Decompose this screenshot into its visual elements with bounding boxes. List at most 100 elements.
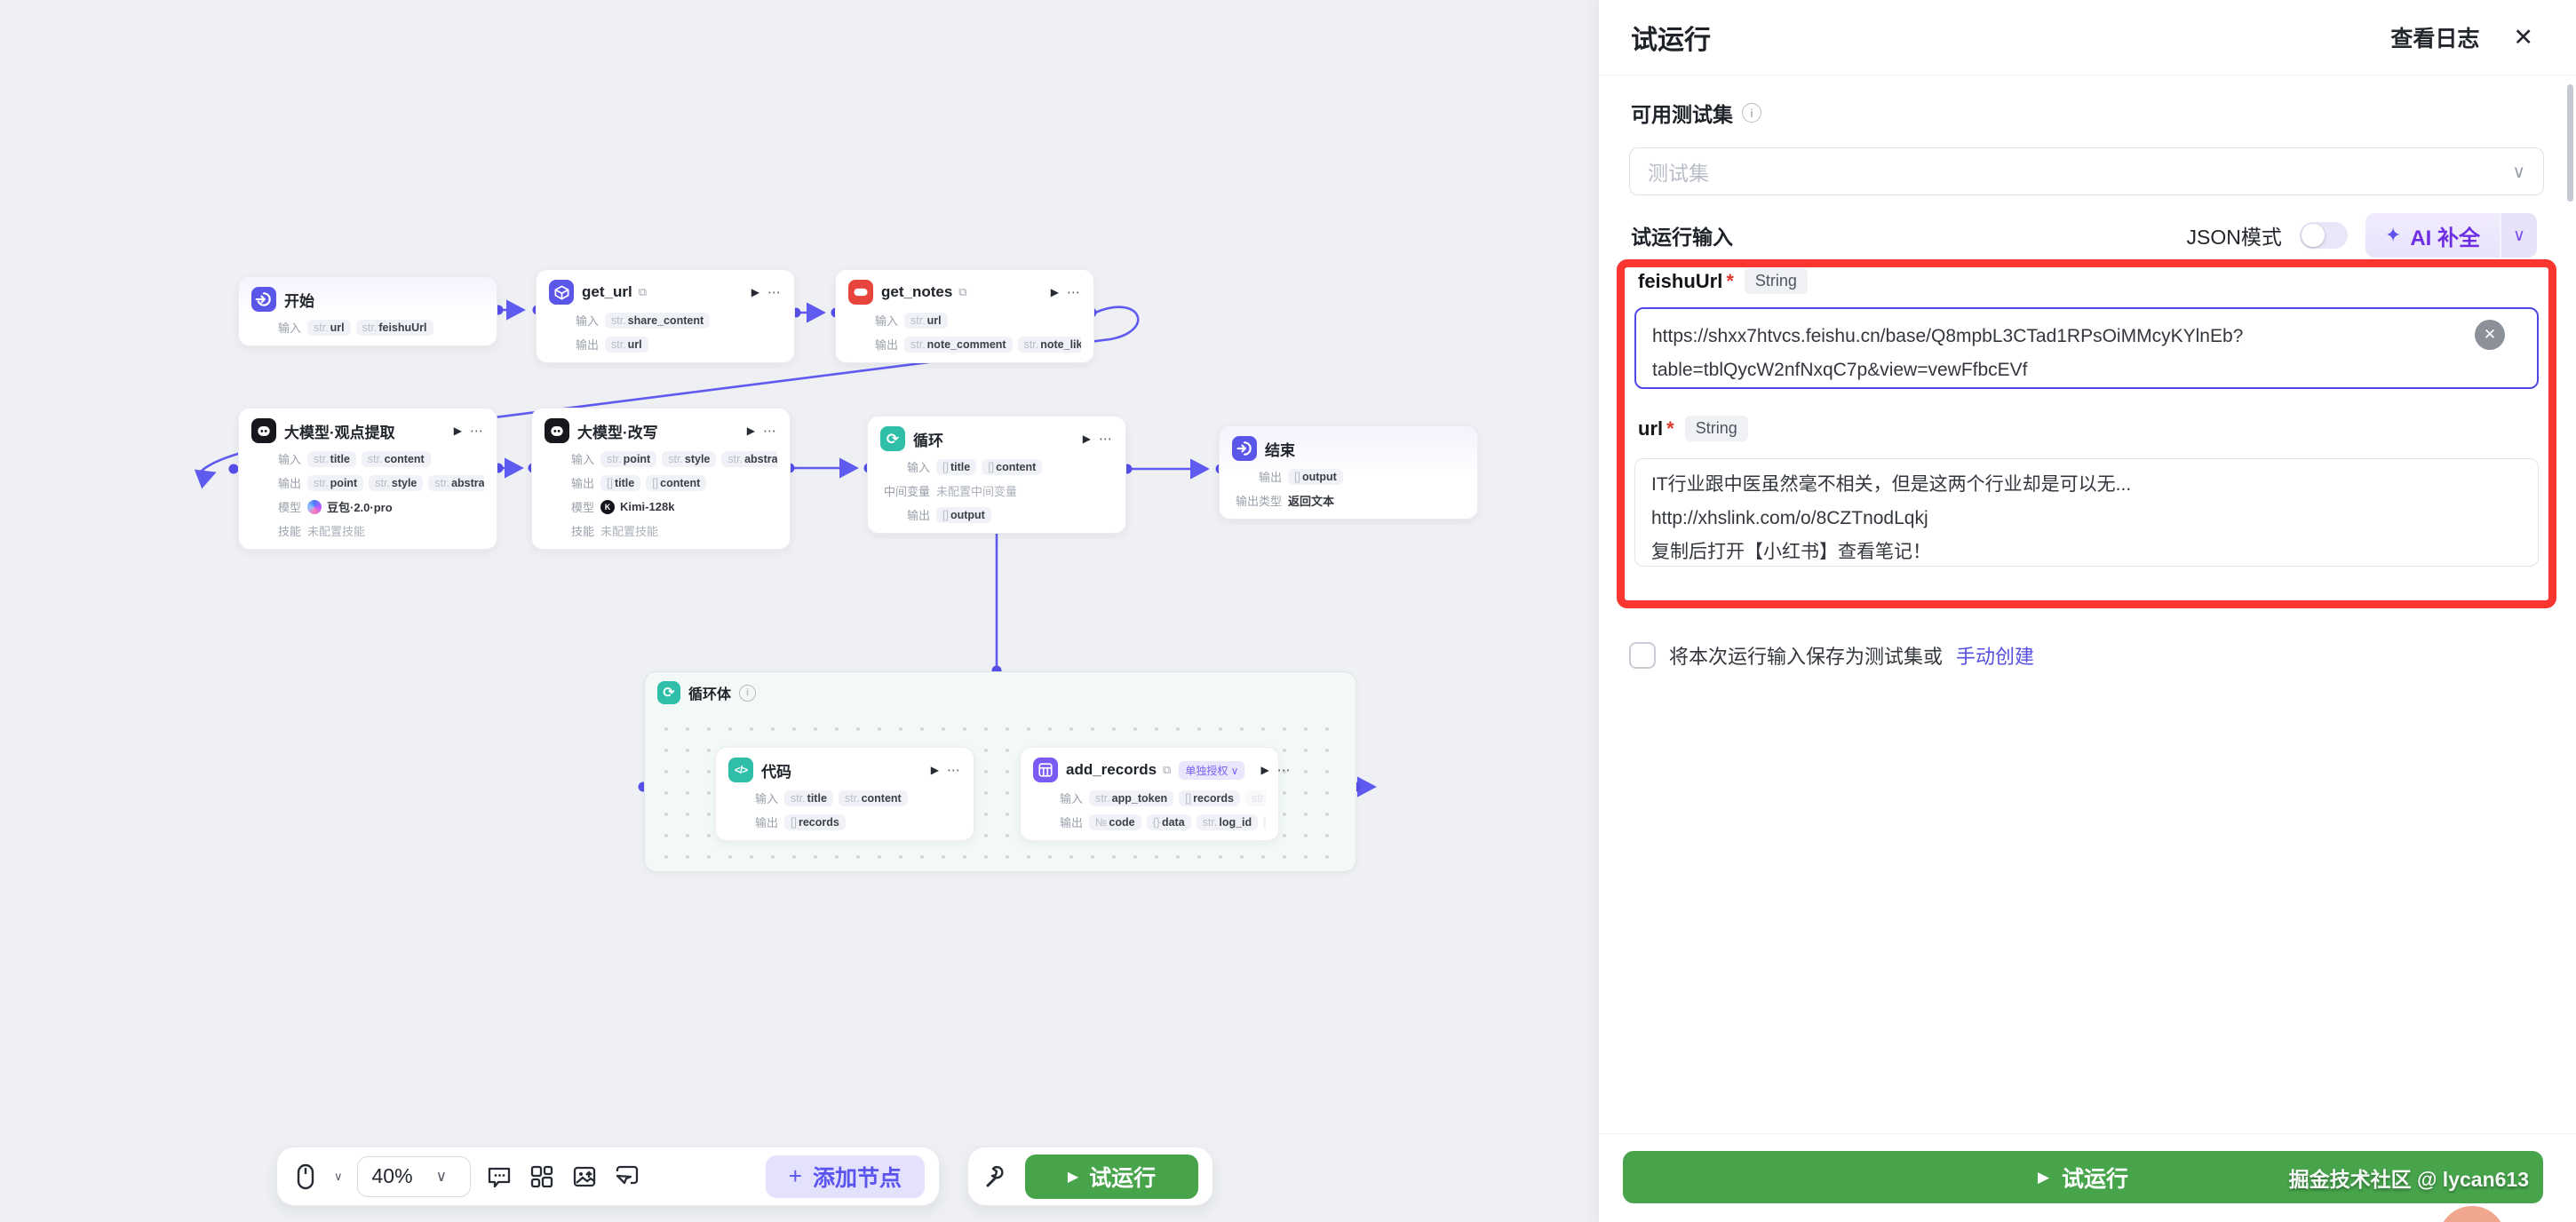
var-tag: str.share_content xyxy=(605,313,710,329)
row-label: 技能 xyxy=(545,522,594,539)
node-header: 开始 xyxy=(251,287,484,312)
json-mode-toggle[interactable] xyxy=(2300,222,2348,249)
node-llm_extract[interactable]: 大模型·观点提取▶⋯输入str.titlestr.content输出str.po… xyxy=(238,408,497,550)
comment-icon[interactable] xyxy=(485,1162,513,1191)
more-icon[interactable]: ⋯ xyxy=(1067,284,1081,300)
row-label: 输入 xyxy=(251,319,301,336)
var-tag: []content xyxy=(646,475,706,491)
node-title: get_url xyxy=(582,283,632,301)
toggle-knob xyxy=(2302,224,2325,247)
plugin-icon: ⧉ xyxy=(1163,763,1171,777)
node-code[interactable]: </>代码▶⋯输入str.titlestr.content输出[]records xyxy=(715,747,974,841)
var-tag: str.abstract xyxy=(428,475,484,491)
view-logs-link[interactable]: 查看日志 xyxy=(2390,21,2479,53)
wrench-icon[interactable] xyxy=(982,1162,1011,1191)
input-line: table=tblQycW2nfNxqC7p&view=vewFfbcEVf xyxy=(1652,353,2484,387)
row-label: 输出 xyxy=(549,336,599,353)
scrollbar-thumb[interactable] xyxy=(2567,84,2573,202)
end-icon xyxy=(1232,436,1257,461)
var-tag: []records xyxy=(784,814,846,830)
type-prefix: [] xyxy=(1185,792,1191,805)
manual-create-link[interactable]: 手动创建 xyxy=(1956,641,2034,670)
auth-badge[interactable]: 单独授权 ∨ xyxy=(1179,761,1244,780)
url-textarea[interactable]: IT行业跟中医虽然毫不相关，但是这两个行业却是可以无... http://xhs… xyxy=(1634,458,2539,567)
more-icon[interactable]: ⋯ xyxy=(947,762,961,778)
zoom-select[interactable]: 40% ∨ xyxy=(357,1156,471,1197)
play-icon[interactable]: ▶ xyxy=(751,286,759,298)
frame-select-icon[interactable] xyxy=(613,1162,641,1191)
mouse-mode-icon[interactable] xyxy=(291,1162,320,1191)
type-prefix: str. xyxy=(668,453,683,465)
doubao-icon xyxy=(307,500,322,514)
more-icon[interactable]: ⋯ xyxy=(470,423,484,439)
workflow-canvas[interactable]: ⟳ 循环体 i 开始输入str.urlstr.feishuUrlget_url⧉… xyxy=(0,0,1599,1222)
var-name: url xyxy=(927,314,942,327)
row-tags: []title[]content xyxy=(936,459,1042,475)
export-image-icon[interactable] xyxy=(570,1162,599,1191)
node-title: get_notes xyxy=(881,283,952,301)
testset-section-label: 可用测试集 i xyxy=(1631,98,1761,128)
feishuUrl-input[interactable]: https://shxx7htvcs.feishu.cn/base/Q8mpbL… xyxy=(1634,307,2539,389)
more-icon[interactable]: ⋯ xyxy=(1277,762,1292,778)
node-start[interactable]: 开始输入str.urlstr.feishuUrl xyxy=(238,276,497,346)
var-tag: str.note_comment xyxy=(904,337,1013,353)
node-header: 结束 xyxy=(1232,436,1465,461)
more-icon[interactable]: ⋯ xyxy=(1099,431,1113,447)
save-testset-checkbox[interactable] xyxy=(1629,642,1656,669)
row-label: 输入 xyxy=(549,312,599,329)
var-tag: str.app_token xyxy=(1089,790,1173,806)
node-row: 技能未配置技能 xyxy=(545,522,777,539)
play-icon[interactable]: ▶ xyxy=(931,764,939,776)
node-row: 输入 str.share_content xyxy=(549,312,782,329)
node-title: 结束 xyxy=(1265,438,1295,460)
test-run-panel: 试运行 查看日志 ✕ 可用测试集 i 测试集 ∨ 试运行输入 JSON模式 ✦ … xyxy=(1599,0,2576,1222)
more-icon[interactable]: ⋯ xyxy=(763,423,777,439)
node-llm_rewrite[interactable]: 大模型·改写▶⋯输入str.pointstr.stylestr.abstract… xyxy=(531,408,791,550)
panel-title: 试运行 xyxy=(1631,18,1711,57)
row-label: 输入 xyxy=(880,458,930,475)
play-icon[interactable]: ▶ xyxy=(1260,764,1268,776)
row-label: 输入 xyxy=(545,450,594,467)
info-icon: i xyxy=(1742,103,1761,123)
json-mode-label: JSON模式 xyxy=(2187,220,2282,250)
input-line: 复制后打开【小红书】查看笔记！ xyxy=(1651,536,2522,569)
node-header: 大模型·改写▶⋯ xyxy=(545,418,777,443)
var-tag: []records xyxy=(1179,790,1240,806)
play-icon[interactable]: ▶ xyxy=(747,425,755,437)
llm-icon xyxy=(251,418,276,443)
node-end[interactable]: 结束输出[]output输出类型返回文本 xyxy=(1219,425,1478,520)
add-node-button[interactable]: + 添加节点 xyxy=(766,1155,925,1198)
testset-select[interactable]: 测试集 ∨ xyxy=(1629,147,2544,195)
var-name: style xyxy=(392,477,417,489)
row-label: 输出 xyxy=(545,474,594,491)
play-icon[interactable]: ▶ xyxy=(454,425,462,437)
row-tags: str.title str.content xyxy=(784,790,908,806)
var-tag: str.title xyxy=(784,790,833,806)
ai-complete-button[interactable]: ✦ AI 补全 xyxy=(2365,213,2500,258)
node-row: 输入 []title[]content xyxy=(880,458,1113,475)
auto-layout-icon[interactable] xyxy=(528,1162,556,1191)
close-icon[interactable]: ✕ xyxy=(2513,26,2533,50)
panel-run-button[interactable]: ▶ 试运行 掘金技术社区 @ lycan613 xyxy=(1623,1151,2543,1203)
node-get_notes[interactable]: get_notes⧉▶⋯输入str.url输出str.note_comments… xyxy=(835,269,1094,363)
more-icon[interactable]: ⋯ xyxy=(767,284,782,300)
node-loop[interactable]: ⟳循环▶⋯输入[]title[]content中间变量未配置中间变量输出[]ou… xyxy=(867,416,1126,534)
node-add_records[interactable]: add_records⧉单独授权 ∨▶⋯输入str.app_token[]rec… xyxy=(1020,747,1279,841)
run-input-label: 试运行输入 xyxy=(1631,220,1733,250)
panel-header: 试运行 查看日志 ✕ xyxy=(1599,0,2576,75)
clear-icon[interactable]: ✕ xyxy=(2475,320,2505,350)
run-input-row: 试运行输入 JSON模式 ✦ AI 补全 ∨ xyxy=(1631,211,2537,259)
chevron-down-icon[interactable]: ∨ xyxy=(334,1170,343,1184)
node-row: 输出str.url xyxy=(549,336,782,353)
play-icon[interactable]: ▶ xyxy=(1083,432,1091,445)
var-tag: str.content xyxy=(839,790,908,806)
cube-icon xyxy=(549,280,574,305)
node-row: 输出[]output xyxy=(880,506,1113,523)
field-name: feishuUrl xyxy=(1638,270,1722,293)
canvas-run-button[interactable]: ▶ 试运行 xyxy=(1025,1155,1198,1199)
play-icon[interactable]: ▶ xyxy=(1051,286,1059,298)
node-get_url[interactable]: get_url⧉▶⋯输入str.share_content输出str.url xyxy=(536,269,795,363)
row-tags: str.pointstr.stylestr.abstractstr.title⋯ xyxy=(307,474,484,491)
ai-complete-menu-button[interactable]: ∨ xyxy=(2500,213,2537,258)
input-line: https://shxx7htvcs.feishu.cn/base/Q8mpbL… xyxy=(1652,320,2484,353)
